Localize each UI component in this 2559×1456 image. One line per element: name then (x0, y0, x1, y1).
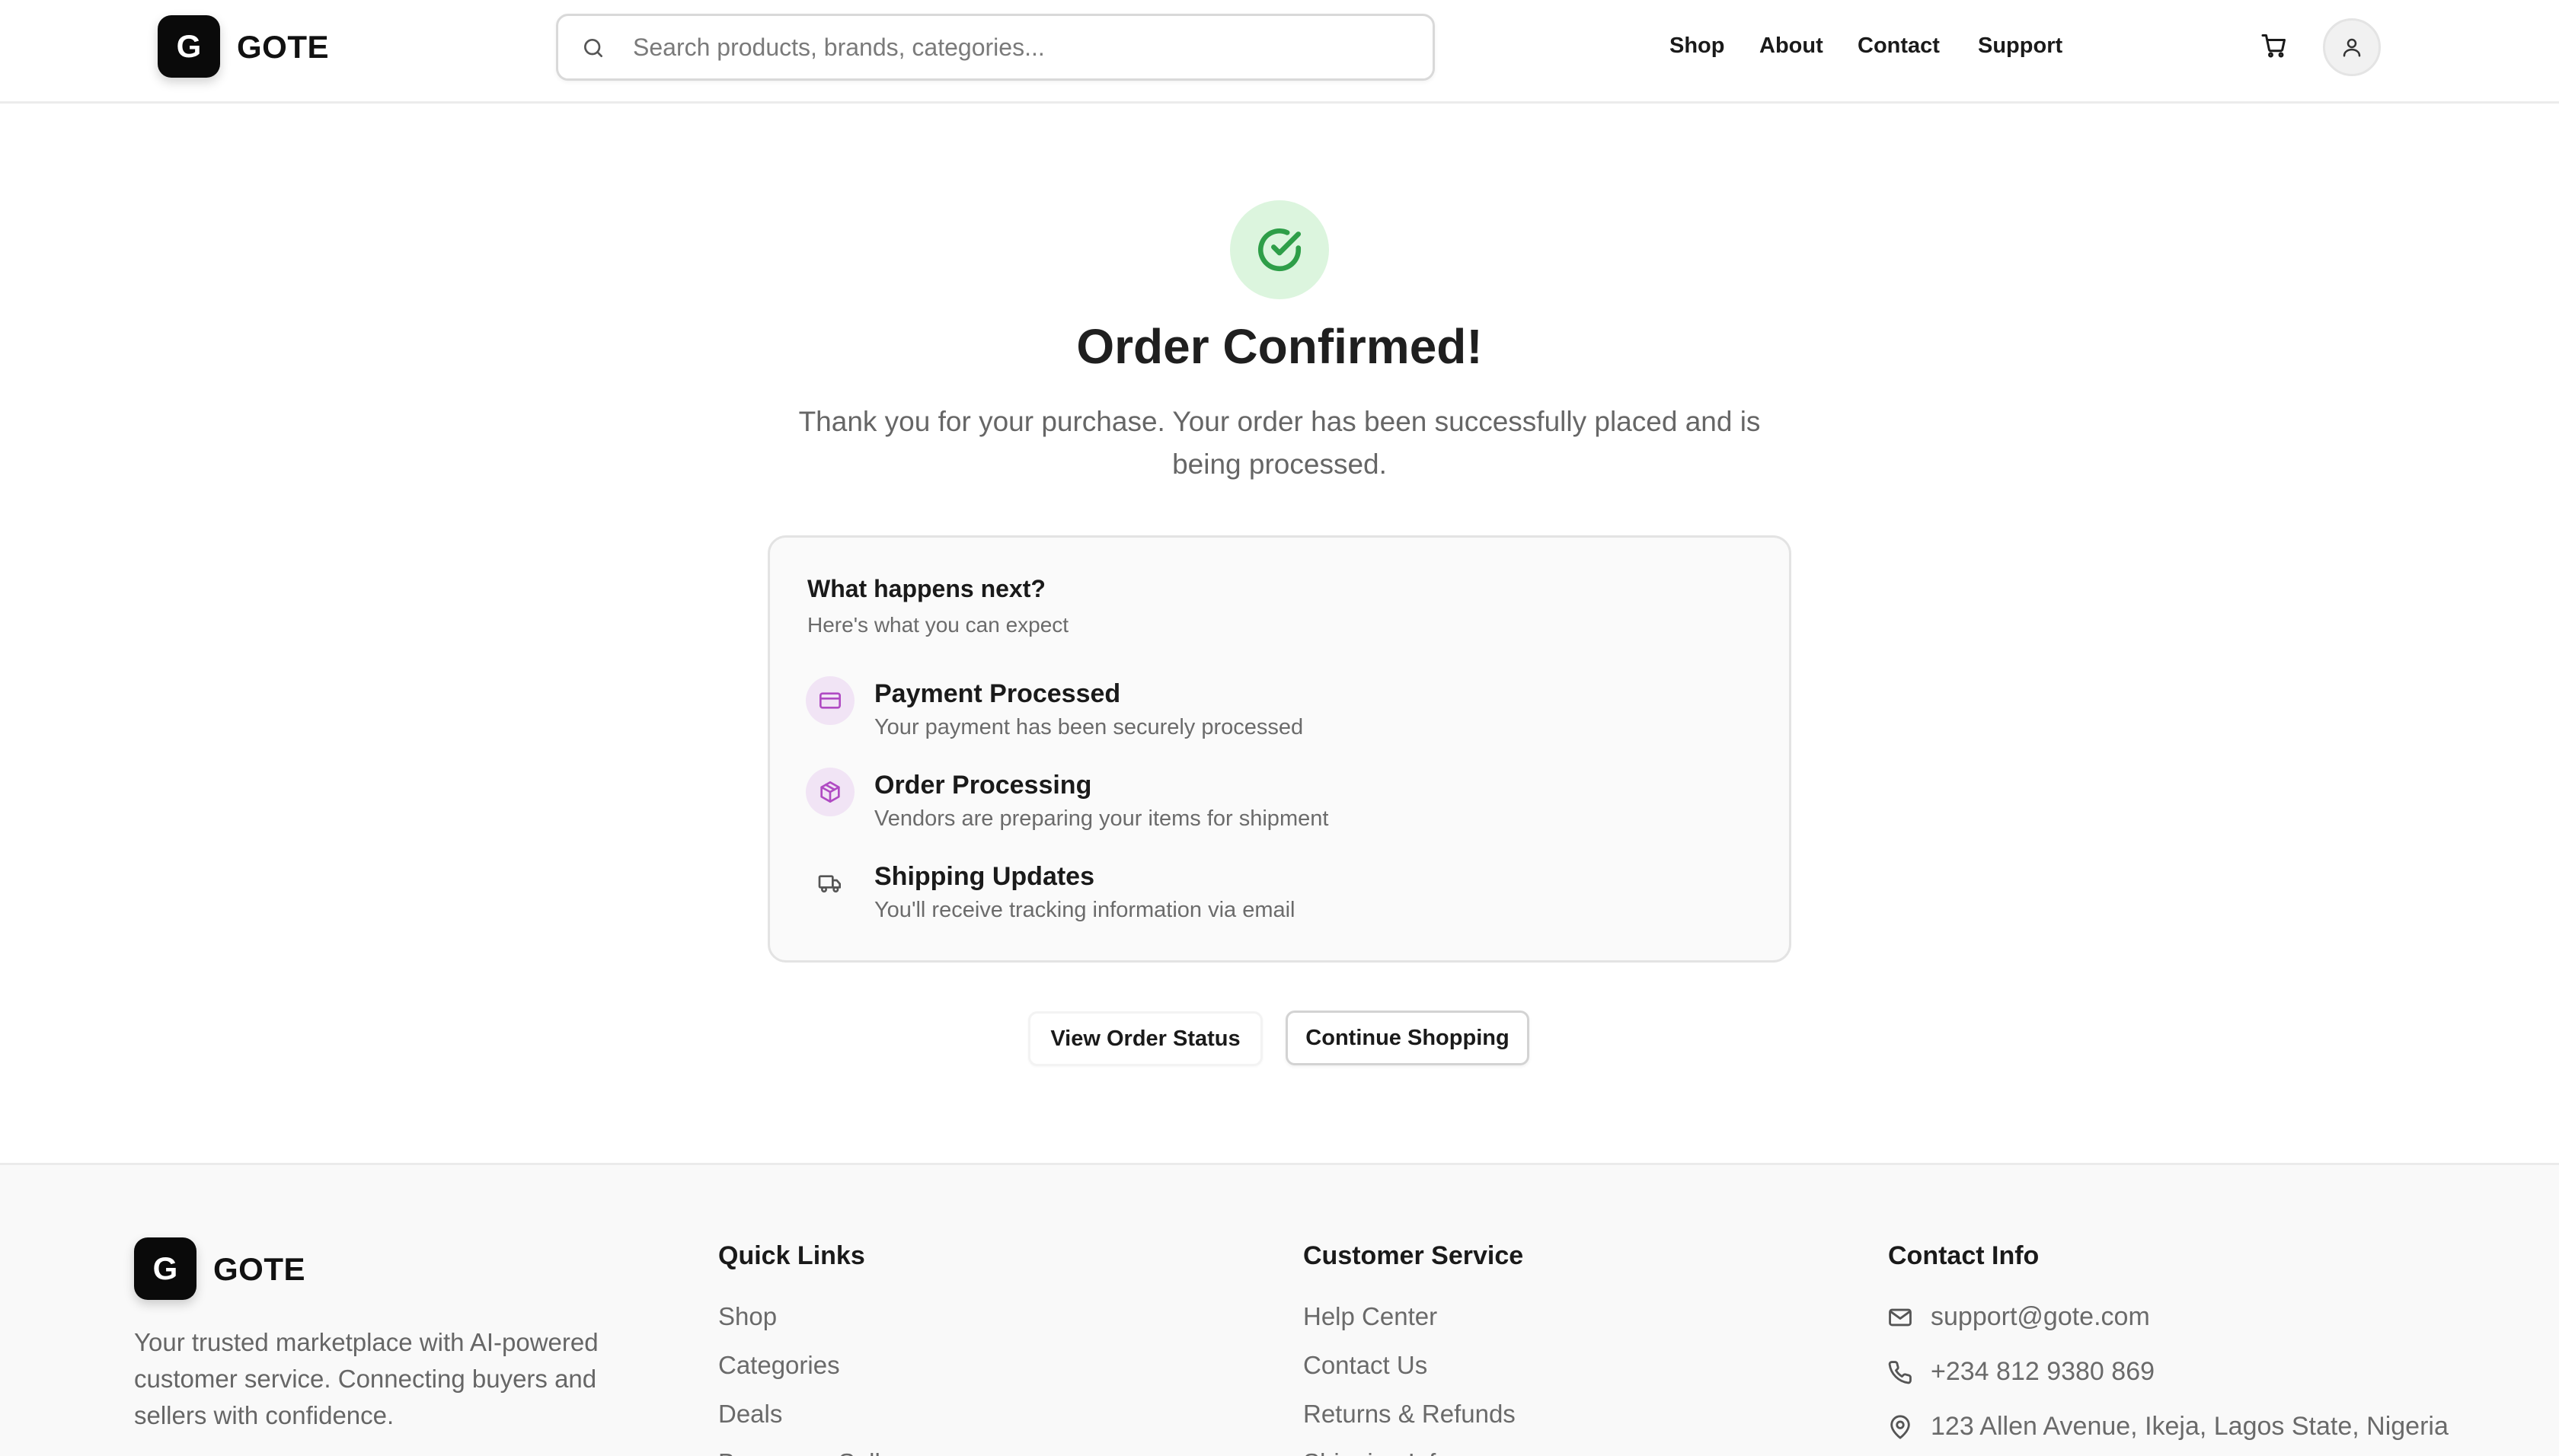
nav-shop[interactable]: Shop (1669, 34, 1725, 59)
mail-icon (1889, 1308, 1912, 1327)
cart-icon[interactable] (2260, 32, 2288, 59)
check-circle-icon (1257, 228, 1302, 271)
quick-links-heading: Quick Links (718, 1241, 865, 1270)
brand-name[interactable]: GOTE (237, 29, 329, 65)
step-description: Your payment has been securely processed (874, 715, 1304, 739)
footer-link-deals[interactable]: Deals (718, 1400, 782, 1429)
footer-link-shop[interactable]: Shop (718, 1302, 777, 1331)
footer-link-shipping-info[interactable]: Shipping Info (1303, 1448, 1450, 1456)
phone-icon (1888, 1361, 1912, 1384)
footer-link-help-center[interactable]: Help Center (1303, 1302, 1437, 1331)
site-header: G GOTE Shop About Contact Support (0, 0, 2559, 104)
shipping-step-icon-wrap (806, 859, 855, 908)
footer-link-returns[interactable]: Returns & Refunds (1303, 1400, 1516, 1429)
contact-email[interactable]: support@gote.com (1931, 1302, 2150, 1332)
continue-shopping-button[interactable]: Continue Shopping (1286, 1011, 1529, 1065)
next-steps-card: What happens next? Here's what you can e… (768, 535, 1791, 963)
user-menu-button[interactable] (2323, 18, 2381, 76)
truck-icon (818, 875, 841, 892)
step-description: You'll receive tracking information via … (874, 898, 1295, 922)
search-input[interactable] (633, 16, 1395, 78)
step-title: Order Processing (874, 771, 1092, 800)
customer-service-heading: Customer Service (1303, 1241, 1524, 1270)
logo-mark[interactable]: G (158, 15, 220, 78)
step-description: Vendors are preparing your items for shi… (874, 806, 1329, 831)
footer-brand-name[interactable]: GOTE (213, 1251, 305, 1288)
confirmation-message: Thank you for your purchase. Your order … (798, 406, 1761, 480)
map-pin-icon (1890, 1415, 1910, 1439)
payment-step-icon-wrap (806, 676, 855, 725)
footer-link-contact-us[interactable]: Contact Us (1303, 1351, 1427, 1380)
package-icon (820, 781, 840, 803)
nav-support[interactable]: Support (1978, 34, 2062, 59)
page-title: Order Confirmed! (1076, 319, 1483, 374)
success-badge (1230, 200, 1329, 299)
site-footer: G GOTE Your trusted marketplace with AI-… (0, 1163, 2559, 1456)
contact-phone[interactable]: +234 812 9380 869 (1931, 1357, 2155, 1387)
search-bar[interactable] (556, 14, 1435, 81)
contact-info-heading: Contact Info (1888, 1241, 2040, 1270)
nav-contact[interactable]: Contact (1858, 34, 1940, 59)
step-title: Payment Processed (874, 679, 1121, 708)
credit-card-icon (819, 692, 841, 709)
footer-logo-mark[interactable]: G (134, 1237, 196, 1300)
search-icon (584, 39, 602, 57)
footer-link-categories[interactable]: Categories (718, 1351, 840, 1380)
logo-letter: G (176, 28, 202, 64)
contact-address: 123 Allen Avenue, Ikeja, Lagos State, Ni… (1931, 1412, 2449, 1441)
nav-about[interactable]: About (1759, 34, 1823, 59)
user-icon (2343, 38, 2361, 57)
card-subtitle: Here's what you can expect (807, 613, 1069, 637)
processing-step-icon-wrap (806, 768, 855, 816)
footer-description: Your trusted marketplace with AI-powered… (134, 1328, 599, 1429)
logo-letter: G (152, 1250, 178, 1286)
step-title: Shipping Updates (874, 862, 1094, 891)
card-title: What happens next? (807, 575, 1046, 602)
footer-link-become-seller[interactable]: Become a Seller (718, 1448, 903, 1456)
view-order-status-button[interactable]: View Order Status (1028, 1011, 1263, 1066)
